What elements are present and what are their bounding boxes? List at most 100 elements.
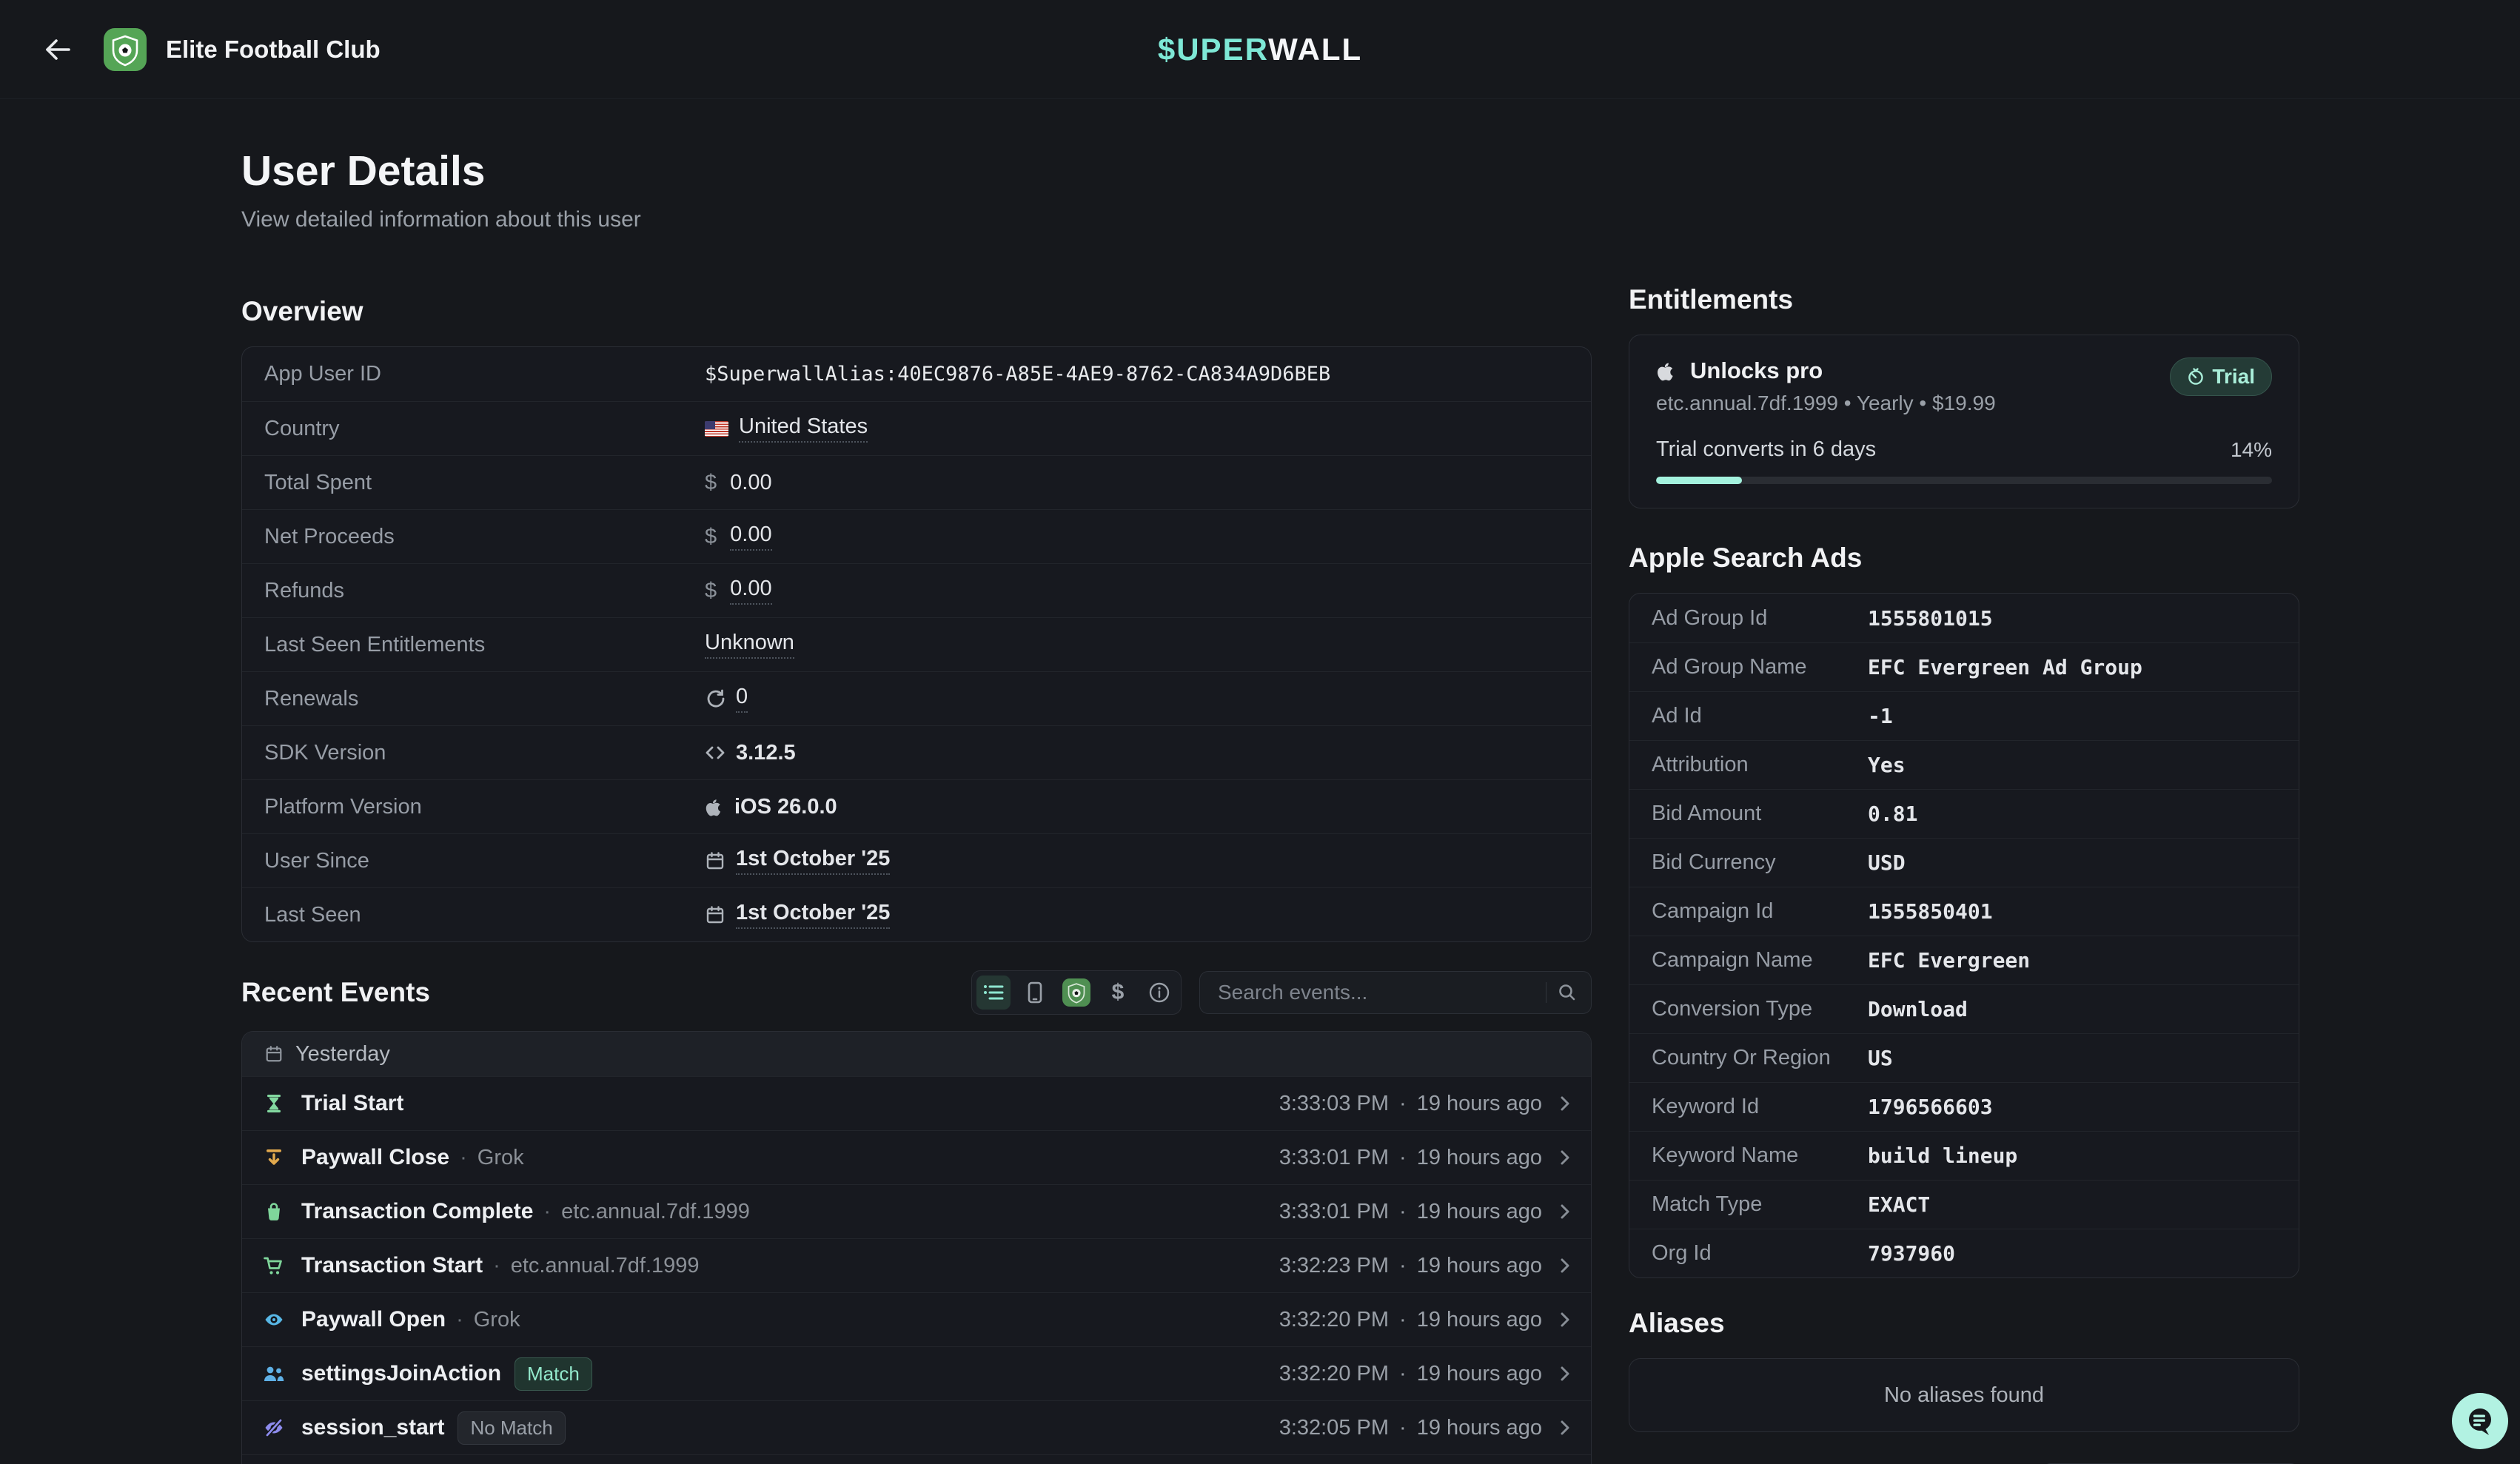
event-row-settings-join-action[interactable]: settingsJoinAction Match 3:32:20 PM·19 h… xyxy=(242,1346,1591,1400)
chat-support-button[interactable] xyxy=(2452,1393,2508,1449)
match-badge: Match xyxy=(515,1357,592,1391)
back-button[interactable] xyxy=(36,29,80,70)
trial-converts-text: Trial converts in 6 days xyxy=(1656,437,1876,462)
users-icon xyxy=(263,1364,285,1383)
event-time: 3:33:01 PM xyxy=(1279,1146,1389,1170)
paywall-close-icon xyxy=(263,1147,285,1168)
asa-row: Campaign Id1555850401 xyxy=(1629,887,2299,936)
events-list: Yesterday Trial Start 3:33:03 PM·19 hour… xyxy=(241,1031,1592,1464)
dollar-prefix: $ xyxy=(705,579,717,603)
overview-row-app-user-id: App User ID $SuperwallAlias:40EC9876-A85… xyxy=(242,347,1591,401)
event-row-session-start-snake[interactable]: session_start No Match 3:32:05 PM·19 hou… xyxy=(242,1400,1591,1454)
asa-row: Country Or RegionUS xyxy=(1629,1033,2299,1082)
events-search xyxy=(1199,971,1592,1014)
refresh-icon xyxy=(705,688,725,709)
event-time: 3:32:20 PM xyxy=(1279,1308,1389,1332)
apple-icon xyxy=(1656,359,1677,383)
asa-row: Org Id7937960 xyxy=(1629,1229,2299,1277)
asa-row: Ad Id-1 xyxy=(1629,691,2299,740)
event-row-transaction-start[interactable]: Transaction Start · etc.annual.7df.1999 … xyxy=(242,1238,1591,1292)
shopping-bag-icon xyxy=(263,1201,285,1222)
overview-row-refunds: Refunds $0.00 xyxy=(242,563,1591,617)
country-value[interactable]: United States xyxy=(739,414,868,443)
info-icon xyxy=(1148,981,1170,1004)
code-icon xyxy=(705,743,725,762)
logo-rest: WALL xyxy=(1268,32,1362,67)
hourglass-icon xyxy=(263,1093,285,1114)
event-time: 3:32:20 PM xyxy=(1279,1362,1389,1386)
date-group-label: Yesterday xyxy=(295,1042,390,1067)
trial-badge: Trial xyxy=(2170,357,2272,396)
eye-off-icon xyxy=(263,1417,285,1438)
asa-row: AttributionYes xyxy=(1629,740,2299,789)
asa-row: Keyword Namebuild lineup xyxy=(1629,1131,2299,1180)
event-relative-time: 19 hours ago xyxy=(1417,1362,1542,1386)
asa-row: Ad Group Id1555801015 xyxy=(1629,594,2299,642)
recent-events-header: Recent Events $ xyxy=(241,970,1592,1015)
apple-search-ads-heading: Apple Search Ads xyxy=(1629,543,2299,574)
dollar-prefix: $ xyxy=(705,471,717,495)
entitlement-detail: etc.annual.7df.1999 • Yearly • $19.99 xyxy=(1656,392,1996,415)
refunds-value[interactable]: 0.00 xyxy=(730,577,771,605)
event-time: 3:33:01 PM xyxy=(1279,1200,1389,1224)
event-relative-time: 19 hours ago xyxy=(1417,1308,1542,1332)
page-title: User Details xyxy=(241,147,1592,195)
dollar-icon: $ xyxy=(1112,980,1125,1005)
platform-version-value: iOS 26.0.0 xyxy=(734,795,837,819)
superwall-logo: $UPERWALL xyxy=(1158,32,1362,67)
asa-row: Match TypeEXACT xyxy=(1629,1180,2299,1229)
overview-row-last-seen-entitlements: Last Seen Entitlements Unknown xyxy=(242,617,1591,671)
list-icon xyxy=(982,983,1005,1002)
filter-all-events-button[interactable] xyxy=(976,976,1011,1010)
calendar-icon xyxy=(705,850,725,871)
event-row-transaction-complete[interactable]: Transaction Complete · etc.annual.7df.19… xyxy=(242,1184,1591,1238)
last-seen-value[interactable]: 1st October '25 xyxy=(736,901,890,929)
event-row-trial-start[interactable]: Trial Start 3:33:03 PM·19 hours ago xyxy=(242,1076,1591,1130)
phone-icon xyxy=(1026,981,1044,1004)
aliases-empty-text: No aliases found xyxy=(1884,1383,2044,1408)
asa-row: Keyword Id1796566603 xyxy=(1629,1082,2299,1131)
chevron-right-icon xyxy=(1560,1095,1570,1112)
aliases-empty-card: No aliases found xyxy=(1629,1358,2299,1432)
last-seen-entitlements-value[interactable]: Unknown xyxy=(705,631,794,659)
apple-search-ads-card: Ad Group Id1555801015 Ad Group NameEFC E… xyxy=(1629,593,2299,1278)
chat-bubble-icon xyxy=(2463,1404,2497,1438)
search-icon[interactable] xyxy=(1557,982,1578,1003)
event-relative-time: 19 hours ago xyxy=(1417,1416,1542,1440)
filter-device-events-button[interactable] xyxy=(1018,976,1052,1010)
asa-row: Ad Group NameEFC Evergreen Ad Group xyxy=(1629,642,2299,691)
user-since-value[interactable]: 1st October '25 xyxy=(736,847,890,875)
event-relative-time: 19 hours ago xyxy=(1417,1254,1542,1278)
event-row-paywall-close[interactable]: Paywall Close · Grok 3:33:01 PM·19 hours… xyxy=(242,1130,1591,1184)
filter-app-events-button[interactable] xyxy=(1059,976,1093,1010)
event-row-paywall-open[interactable]: Paywall Open · Grok 3:32:20 PM·19 hours … xyxy=(242,1292,1591,1346)
asa-row: Bid Amount0.81 xyxy=(1629,789,2299,838)
main-content: User Details View detailed information a… xyxy=(0,99,2520,1464)
overview-card: App User ID $SuperwallAlias:40EC9876-A85… xyxy=(241,346,1592,942)
overview-row-renewals: Renewals 0 xyxy=(242,671,1591,725)
overview-row-sdk-version: SDK Version 3.12.5 xyxy=(242,725,1591,779)
chevron-right-icon xyxy=(1560,1258,1570,1274)
apple-icon xyxy=(705,796,724,818)
total-spent-value: 0.00 xyxy=(730,471,771,495)
no-match-badge: No Match xyxy=(458,1411,565,1445)
dollar-prefix: $ xyxy=(705,525,717,549)
chevron-right-icon xyxy=(1560,1203,1570,1220)
app-logo-icon xyxy=(104,28,147,71)
left-column: User Details View detailed information a… xyxy=(241,99,1592,1464)
eye-icon xyxy=(263,1309,285,1330)
overview-row-platform-version: Platform Version iOS 26.0.0 xyxy=(242,779,1591,833)
overview-row-total-spent: Total Spent $0.00 xyxy=(242,455,1591,509)
net-proceeds-value[interactable]: 0.00 xyxy=(730,523,771,551)
back-arrow-icon xyxy=(43,36,73,63)
app-user-id-value: $SuperwallAlias:40EC9876-A85E-4AE9-8762-… xyxy=(705,363,1330,386)
overview-row-user-since: User Since 1st October '25 xyxy=(242,833,1591,887)
events-search-input[interactable] xyxy=(1218,981,1535,1004)
filter-info-events-button[interactable] xyxy=(1142,976,1176,1010)
filter-revenue-events-button[interactable]: $ xyxy=(1101,976,1135,1010)
chevron-right-icon xyxy=(1560,1420,1570,1436)
right-column: Entitlements Unlocks pro etc.annual.7df.… xyxy=(1629,99,2299,1464)
calendar-icon xyxy=(264,1044,284,1064)
event-row-session-start[interactable]: Session Start 3:32:05 PM·19 hours ago xyxy=(242,1454,1591,1464)
renewals-value[interactable]: 0 xyxy=(736,685,748,713)
